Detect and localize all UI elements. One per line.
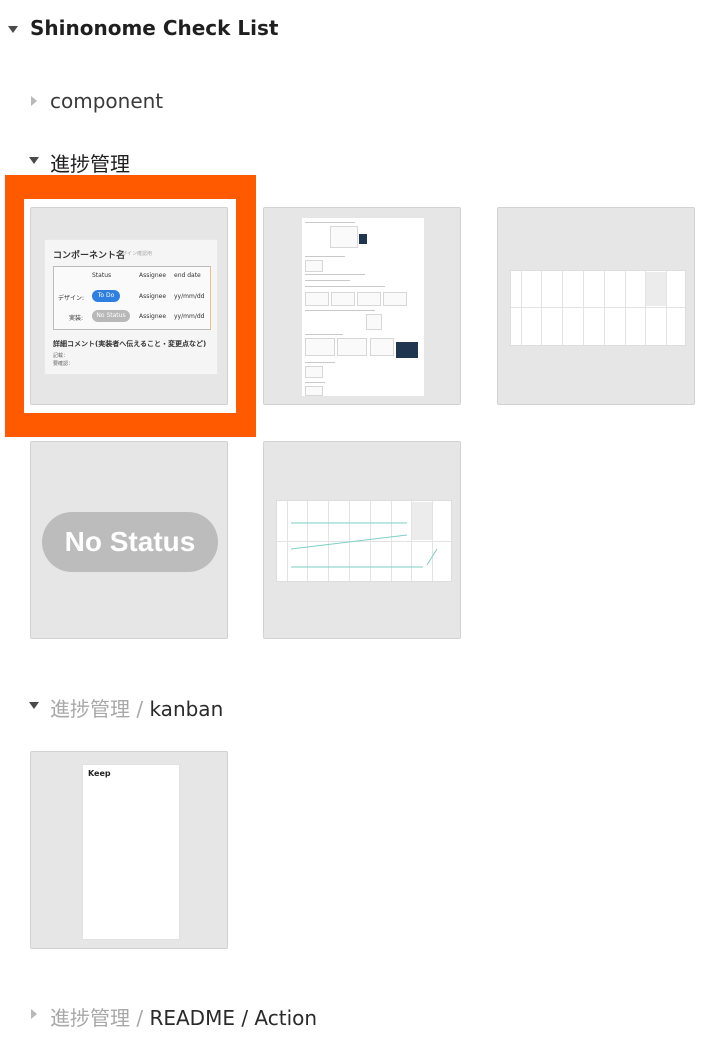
caret-down-icon[interactable] [8,26,18,33]
row-impl-assignee: Assignee [139,313,167,320]
tree-root-title[interactable]: Shinonome Check List [30,16,279,40]
caret-right-icon[interactable] [31,1009,37,1019]
row-impl-label: 実装: [69,315,84,322]
breadcrumb-separator: / [130,1006,150,1030]
tree-item-component[interactable]: component [50,89,163,113]
tree-item-progress[interactable]: 進捗管理 [50,148,130,177]
row-design-end: yy/mm/dd [174,293,205,300]
breadcrumb-prefix: 進捗管理 [50,697,130,721]
card-title: コンポーネント名 [53,251,126,261]
breadcrumb-current: kanban [149,697,224,721]
status-badge: To Do [92,290,120,302]
grid-sheet [510,270,686,346]
status-table: Status Assignee end date デザイン: To Do Ass… [53,266,211,330]
thumbnail-kanban-flow[interactable] [263,441,461,639]
document-page [302,218,424,396]
row-design-label: デザイン: [58,295,85,302]
keep-heading: Keep [88,769,111,778]
comment-line: 記載： [53,353,69,359]
thumbnail-grid-sheet[interactable] [497,207,695,405]
flow-arrows [290,522,438,568]
breadcrumb-mid: README [149,1006,235,1030]
breadcrumb-separator: / [130,697,150,721]
thumbnail-document[interactable] [263,207,461,405]
caret-down-icon[interactable] [29,702,39,709]
header-assignee: Assignee [139,272,167,279]
header-end-date: end date [174,272,201,279]
no-status-pill: No Status [42,512,218,572]
card-subtitle: デザイン確認用 [117,251,153,257]
breadcrumb-prefix: 進捗管理 [50,1006,130,1030]
comment-line: 要確認： [53,361,74,367]
kanban-sheet [276,500,452,582]
thumbnail-keep[interactable]: Keep [30,751,228,949]
breadcrumb-separator: / [234,1006,255,1030]
component-card: コンポーネント名 デザイン確認用 Status Assignee end dat… [44,239,218,375]
tree-item-readme-action[interactable]: 進捗管理 / README / Action [50,1002,317,1031]
comment-heading: 詳細コメント(実装者へ伝えること・変更点など) [53,340,207,348]
caret-right-icon[interactable] [31,96,37,106]
breadcrumb-current: Action [254,1006,318,1030]
header-status: Status [92,272,112,279]
status-badge: No Status [92,310,130,322]
tree-item-kanban[interactable]: 進捗管理 / kanban [50,693,223,722]
thumbnail-component-card[interactable]: コンポーネント名 デザイン確認用 Status Assignee end dat… [30,207,228,405]
row-design-assignee: Assignee [139,293,167,300]
caret-down-icon[interactable] [29,157,39,164]
keep-page: Keep [82,764,180,940]
row-impl-end: yy/mm/dd [174,313,205,320]
thumbnail-no-status[interactable]: No Status [30,441,228,639]
